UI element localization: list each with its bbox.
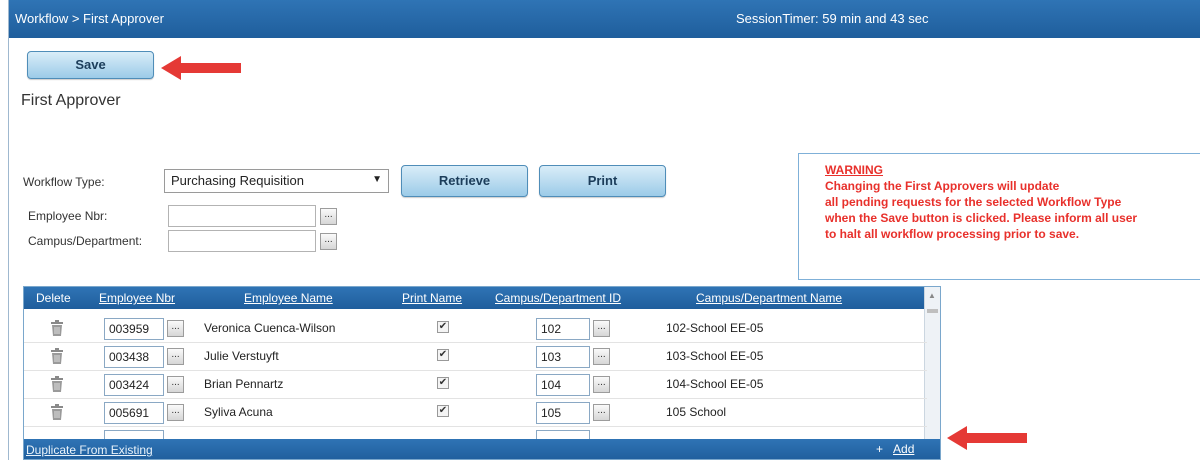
warning-line: when the Save button is clicked. Please … xyxy=(825,211,1138,225)
employee-nbr-input[interactable]: 003424 xyxy=(104,374,164,396)
grid-header: Delete Employee Nbr Employee Name Print … xyxy=(24,287,927,309)
dropdown-caret-icon: ▼ xyxy=(372,174,382,185)
row-employee-lookup-icon[interactable]: ... xyxy=(167,348,184,365)
row-department-lookup-icon[interactable]: ... xyxy=(593,348,610,365)
table-row: 003438 ... Julie Verstuyft ✔ 103 ... 103… xyxy=(24,343,927,371)
campus-department-field[interactable] xyxy=(168,230,316,252)
warning-box: WARNING Changing the First Approvers wil… xyxy=(798,153,1200,280)
campus-department-id-input[interactable]: 102 xyxy=(536,318,590,340)
workflow-type-select[interactable]: Purchasing Requisition ▼ xyxy=(164,169,389,193)
print-name-checkbox[interactable]: ✔ xyxy=(437,349,449,361)
row-employee-lookup-icon[interactable]: ... xyxy=(167,376,184,393)
campus-department-id-input[interactable]: 105 xyxy=(536,402,590,424)
employee-name: Veronica Cuenca-Wilson xyxy=(204,321,336,335)
retrieve-button[interactable]: Retrieve xyxy=(401,165,528,197)
app-frame: Workflow > First Approver SessionTimer: … xyxy=(8,0,1200,460)
row-employee-lookup-icon[interactable]: ... xyxy=(167,404,184,421)
employee-nbr-label: Employee Nbr: xyxy=(28,209,108,223)
top-bar: Workflow > First Approver SessionTimer: … xyxy=(9,0,1200,38)
print-name-checkbox[interactable]: ✔ xyxy=(437,321,449,333)
campus-department-id-input[interactable]: 103 xyxy=(536,346,590,368)
trash-icon[interactable] xyxy=(50,376,64,392)
campus-department-name: 103-School EE-05 xyxy=(666,349,764,363)
print-name-checkbox[interactable]: ✔ xyxy=(437,377,449,389)
table-row: 003424 ... Brian Pennartz ✔ 104 ... 104-… xyxy=(24,371,927,399)
campus-department-name: 102-School EE-05 xyxy=(666,321,764,335)
print-name-checkbox[interactable]: ✔ xyxy=(437,405,449,417)
employee-nbr-field[interactable] xyxy=(168,205,316,227)
column-header-delete: Delete xyxy=(36,291,71,305)
add-label: Add xyxy=(893,442,915,456)
trash-icon[interactable] xyxy=(50,320,64,336)
campus-department-name: 105 School xyxy=(666,405,727,419)
scroll-thumb[interactable] xyxy=(927,309,938,313)
workflow-type-label: Workflow Type: xyxy=(23,175,105,189)
campus-department-name: 104-School EE-05 xyxy=(666,377,764,391)
campus-department-id-input[interactable]: 104 xyxy=(536,374,590,396)
warning-line: Changing the First Approvers will update xyxy=(825,179,1060,193)
annotation-arrow-add-icon xyxy=(947,426,1027,450)
column-header-employee-name[interactable]: Employee Name xyxy=(244,291,333,305)
employee-nbr-input[interactable]: 003438 xyxy=(104,346,164,368)
table-row: 005691 ... Syliva Acuna ✔ 105 ... 105 Sc… xyxy=(24,399,927,427)
employee-name: Julie Verstuyft xyxy=(204,349,279,363)
approver-grid: Delete Employee Nbr Employee Name Print … xyxy=(23,286,941,460)
row-department-lookup-icon[interactable]: ... xyxy=(593,320,610,337)
column-header-print-name[interactable]: Print Name xyxy=(402,291,462,305)
workflow-type-value: Purchasing Requisition xyxy=(171,173,304,188)
session-timer: SessionTimer: 59 min and 43 sec xyxy=(736,11,929,26)
row-department-lookup-icon[interactable]: ... xyxy=(593,404,610,421)
grid-footer: Duplicate From Existing + Add xyxy=(24,439,940,459)
campus-department-label: Campus/Department: xyxy=(28,234,143,248)
row-employee-lookup-icon[interactable]: ... xyxy=(167,320,184,337)
print-button[interactable]: Print xyxy=(539,165,666,197)
plus-icon: + xyxy=(876,442,884,456)
add-row-button[interactable]: + Add xyxy=(876,442,914,456)
employee-name: Brian Pennartz xyxy=(204,377,284,391)
column-header-campus-department-name[interactable]: Campus/Department Name xyxy=(696,291,842,305)
warning-line: to halt all workflow processing prior to… xyxy=(825,227,1080,241)
trash-icon[interactable] xyxy=(50,404,64,420)
warning-title: WARNING xyxy=(825,163,883,177)
employee-nbr-input[interactable]: 005691 xyxy=(104,402,164,424)
trash-icon[interactable] xyxy=(50,348,64,364)
row-department-lookup-icon[interactable]: ... xyxy=(593,376,610,393)
column-header-employee-nbr[interactable]: Employee Nbr xyxy=(99,291,175,305)
scroll-up-icon[interactable]: ▲ xyxy=(928,291,936,300)
breadcrumb: Workflow > First Approver xyxy=(15,11,164,26)
table-row: 003959 ... Veronica Cuenca-Wilson ✔ 102 … xyxy=(24,315,927,343)
column-header-campus-department-id[interactable]: Campus/Department ID xyxy=(495,291,621,305)
annotation-arrow-save-icon xyxy=(161,56,241,80)
employee-lookup-icon[interactable]: ... xyxy=(320,208,337,225)
save-button[interactable]: Save xyxy=(27,51,154,79)
employee-name: Syliva Acuna xyxy=(204,405,273,419)
page-title: First Approver xyxy=(21,92,121,109)
campus-department-lookup-icon[interactable]: ... xyxy=(320,233,337,250)
warning-line: all pending requests for the selected Wo… xyxy=(825,195,1122,209)
employee-nbr-input[interactable]: 003959 xyxy=(104,318,164,340)
duplicate-from-existing-link[interactable]: Duplicate From Existing xyxy=(26,443,153,457)
